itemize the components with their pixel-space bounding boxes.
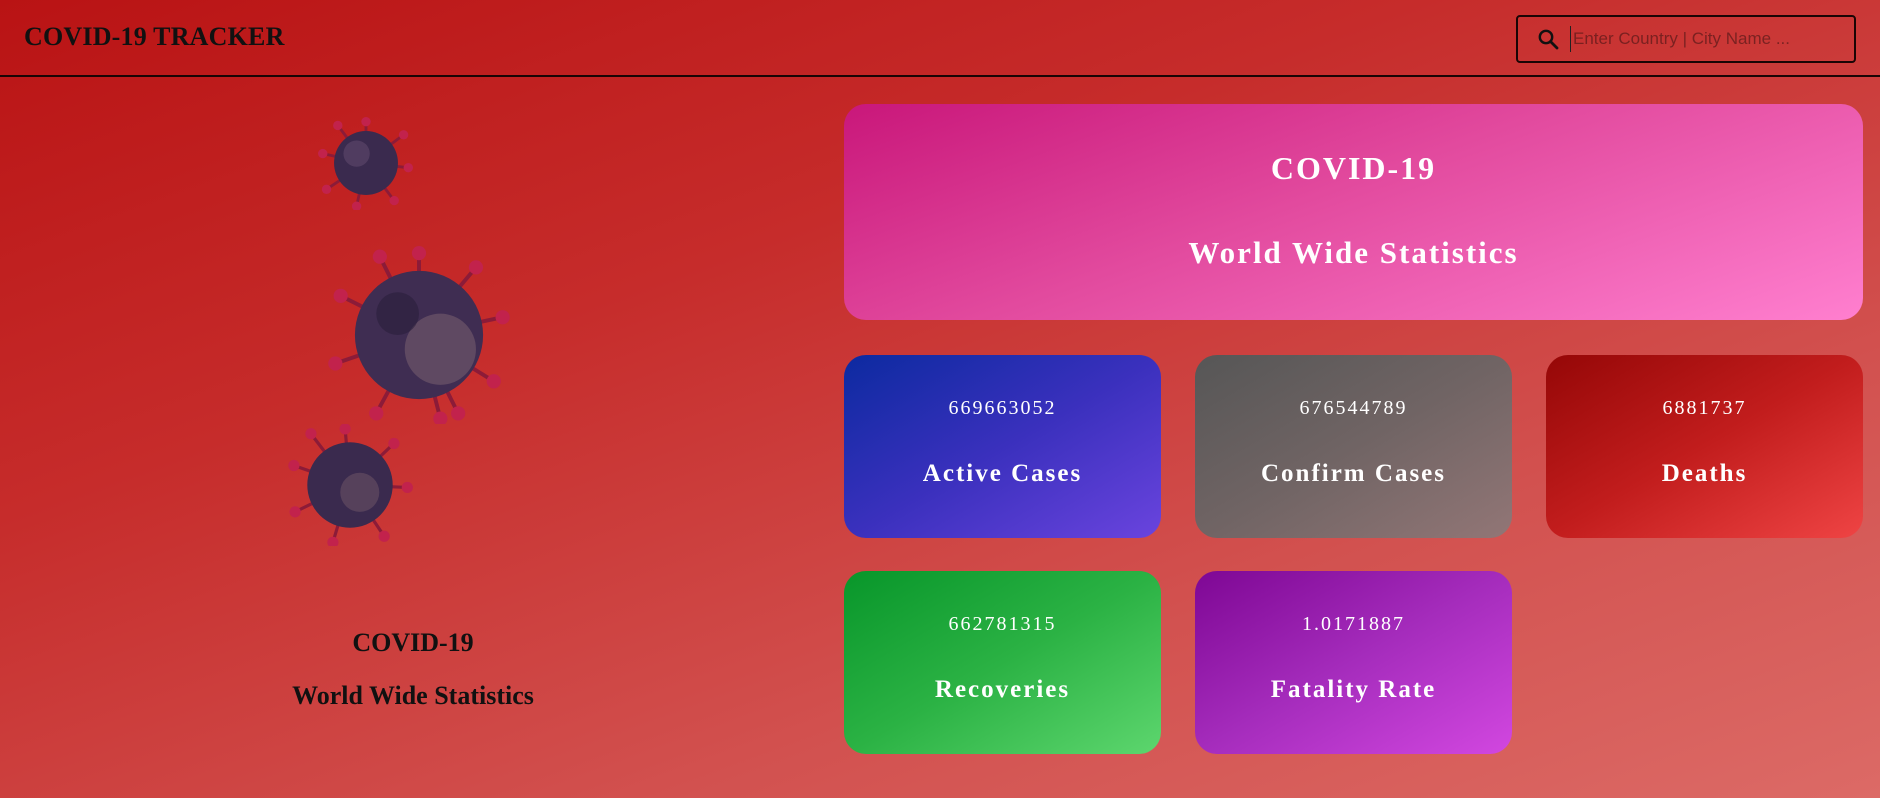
stat-card-active-cases: 669663052 Active Cases: [844, 355, 1161, 538]
stat-card-confirm-cases: 676544789 Confirm Cases: [1195, 355, 1512, 538]
left-panel-subtitle: World Wide Statistics: [292, 681, 534, 710]
stat-card-recoveries: 662781315 Recoveries: [844, 571, 1161, 754]
virus-image-large: [328, 246, 510, 424]
brand-title: COVID-19 TRACKER: [24, 22, 285, 51]
virus-image-small: [318, 116, 413, 210]
search-input[interactable]: [1570, 26, 1854, 52]
virus-image-medium: [288, 424, 413, 546]
stat-value: 6881737: [1662, 397, 1747, 419]
left-panel-title: COVID-19: [352, 628, 474, 657]
hero-title: COVID-19: [1270, 150, 1437, 186]
navbar: COVID-19 TRACKER: [0, 0, 1880, 77]
stat-card-deaths: 6881737 Deaths: [1546, 355, 1863, 538]
stat-value: 662781315: [948, 613, 1057, 635]
stat-value: 669663052: [948, 397, 1057, 419]
stat-label: Recoveries: [934, 676, 1071, 703]
hero-banner: COVID-19 World Wide Statistics: [844, 104, 1863, 320]
search-box[interactable]: [1516, 15, 1856, 63]
stat-value: 1.0171887: [1302, 613, 1405, 635]
stat-label: Deaths: [1661, 460, 1748, 487]
hero-subtitle: World Wide Statistics: [1188, 235, 1519, 270]
stat-label: Active Cases: [922, 460, 1083, 487]
stat-label: Fatality Rate: [1270, 676, 1437, 703]
stat-value: 676544789: [1299, 397, 1408, 419]
stat-card-fatality-rate: 1.0171887 Fatality Rate: [1195, 571, 1512, 754]
stat-label: Confirm Cases: [1260, 460, 1446, 487]
search-icon[interactable]: [1536, 26, 1562, 52]
